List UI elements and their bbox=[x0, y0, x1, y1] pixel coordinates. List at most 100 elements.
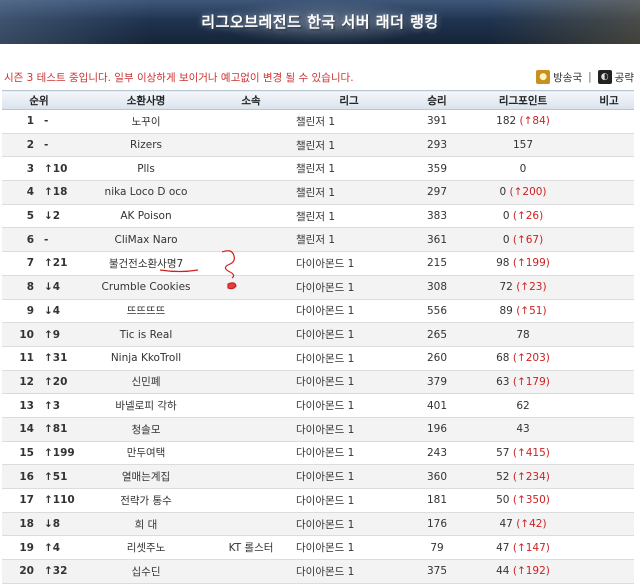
lp-delta: (↑179) bbox=[512, 375, 550, 388]
cell-team bbox=[216, 133, 287, 158]
table-row: 10 ↑9 Tic is Real 다이아몬드 1 265 78 bbox=[2, 322, 635, 347]
cell-summoner-name[interactable]: nika Loco D oco bbox=[76, 180, 217, 205]
cell-league-points: 72 (↑23) bbox=[462, 275, 585, 300]
cell-league-points: 47 (↑147) bbox=[462, 535, 585, 561]
cell-summoner-name[interactable]: 만두여택 bbox=[76, 441, 217, 466]
cell-team bbox=[216, 156, 287, 182]
cell-league: 다이아몬드 1 bbox=[286, 464, 413, 489]
cell-summoner-name[interactable]: 전략가 통수 bbox=[76, 488, 217, 513]
cell-summoner-name[interactable]: 뜨뜨뜨뜨 bbox=[76, 299, 217, 324]
cell-change: ↓8 bbox=[40, 512, 77, 537]
cell-league: 챌린저 1 bbox=[286, 156, 413, 182]
cell-change: ↑21 bbox=[40, 251, 77, 276]
cell-team bbox=[216, 180, 287, 205]
cell-change: - bbox=[40, 133, 77, 158]
cell-league: 다이아몬드 1 bbox=[286, 488, 413, 513]
cell-league: 다이아몬드 1 bbox=[286, 370, 413, 395]
lp-value: 57 bbox=[496, 446, 510, 459]
lp-value: 68 bbox=[496, 352, 510, 365]
table-row: 17 ↑110 전략가 통수 다이아몬드 1 181 50 (↑350) bbox=[2, 488, 635, 513]
broadcast-icon[interactable]: ● bbox=[536, 70, 551, 84]
cell-team bbox=[216, 559, 287, 584]
cell-team bbox=[216, 464, 287, 489]
cell-wins: 391 bbox=[412, 109, 463, 134]
cell-change: ↑18 bbox=[40, 180, 77, 205]
lp-value: 47 bbox=[499, 518, 513, 531]
cell-rank: 3 bbox=[2, 156, 40, 182]
lp-value: 44 bbox=[496, 565, 510, 578]
table-row: 4 ↑18 nika Loco D oco 챌린저 1 297 0 (↑200) bbox=[2, 180, 635, 205]
lp-value: 0 bbox=[499, 186, 507, 199]
cell-league: 챌린저 1 bbox=[286, 204, 413, 229]
cell-summoner-name[interactable]: Crumble Cookies bbox=[76, 275, 217, 300]
cell-change: - bbox=[40, 109, 77, 134]
cell-wins: 293 bbox=[412, 133, 463, 158]
cell-summoner-name[interactable]: 리셋주노 bbox=[76, 535, 217, 561]
cell-summoner-name[interactable]: AK Poison bbox=[76, 204, 217, 229]
cell-team bbox=[216, 322, 287, 347]
cell-wins: 360 bbox=[412, 464, 463, 489]
table-row: 16 ↑51 열매는계집 다이아몬드 1 360 52 (↑234) bbox=[2, 464, 635, 489]
cell-summoner-name[interactable]: 열매는계집 bbox=[76, 464, 217, 489]
cell-summoner-name[interactable]: 노꾸이 bbox=[76, 109, 217, 134]
cell-summoner-name[interactable]: Ninja KkoTroll bbox=[76, 346, 217, 371]
cell-summoner-name[interactable]: CliMax Naro bbox=[76, 227, 217, 253]
cell-rank: 10 bbox=[2, 322, 40, 347]
cell-notes bbox=[584, 535, 635, 561]
cell-notes bbox=[584, 109, 635, 134]
cell-summoner-name[interactable]: 청솔모 bbox=[76, 417, 217, 442]
cell-summoner-name[interactable]: 십수딘 bbox=[76, 559, 217, 584]
header-wins: 승리 bbox=[412, 90, 463, 110]
cell-summoner-name[interactable]: 신민폐 bbox=[76, 370, 217, 395]
cell-summoner-name[interactable]: 불건전소환사명7 bbox=[76, 251, 217, 276]
cell-league: 다이아몬드 1 bbox=[286, 322, 413, 347]
guide-link[interactable]: 공략 bbox=[615, 70, 634, 85]
lp-delta: (↑200) bbox=[509, 186, 547, 199]
cell-wins: 401 bbox=[412, 393, 463, 418]
cell-league: 다이아몬드 1 bbox=[286, 346, 413, 371]
cell-notes bbox=[584, 322, 635, 347]
cell-league-points: 89 (↑51) bbox=[462, 299, 585, 324]
cell-summoner-name[interactable]: 희 대 bbox=[76, 512, 217, 537]
cell-league-points: 44 (↑192) bbox=[462, 559, 585, 584]
cell-notes bbox=[584, 275, 635, 300]
cell-league: 챌린저 1 bbox=[286, 133, 413, 158]
cell-notes bbox=[584, 441, 635, 466]
cell-summoner-name[interactable]: Tic is Real bbox=[76, 322, 217, 347]
cell-league-points: 68 (↑203) bbox=[462, 346, 585, 371]
table-header-row: 순위 소환사명 소속 리그 승리 리그포인트 비고 bbox=[2, 90, 635, 110]
cell-summoner-name[interactable]: Rizers bbox=[76, 133, 217, 158]
cell-change: ↑51 bbox=[40, 464, 77, 489]
cell-team bbox=[216, 417, 287, 442]
cell-league-points: 63 (↑179) bbox=[462, 370, 585, 395]
lp-value: 52 bbox=[496, 470, 510, 483]
table-row: 2- Rizers 챌린저 1 293 157 bbox=[2, 133, 635, 158]
table-row: 19 ↑4 리셋주노 KT 롤스터 다이아몬드 1 79 47 (↑147) bbox=[2, 535, 635, 561]
cell-league: 다이아몬드 1 bbox=[286, 251, 413, 276]
cell-rank: 12 bbox=[2, 370, 40, 395]
lp-value: 62 bbox=[516, 399, 530, 412]
cell-rank: 7 bbox=[2, 251, 40, 276]
broadcast-link[interactable]: 방송국 bbox=[553, 70, 582, 85]
cell-league-points: 0 (↑67) bbox=[462, 227, 585, 253]
cell-change: ↑110 bbox=[40, 488, 77, 513]
ranking-table: 순위 소환사명 소속 리그 승리 리그포인트 비고 1- 노꾸이 챌린저 1 391 1… bbox=[2, 90, 635, 584]
cell-team bbox=[216, 488, 287, 513]
cell-summoner-name[interactable]: Plls bbox=[76, 156, 217, 182]
table-row: 3 ↑10 Plls 챌린저 1 359 0 bbox=[2, 156, 635, 182]
cell-wins: 79 bbox=[412, 535, 463, 561]
lp-delta: (↑51) bbox=[516, 304, 547, 317]
cell-league: 챌린저 1 bbox=[286, 227, 413, 253]
cell-summoner-name[interactable]: 바넬로피 각하 bbox=[76, 393, 217, 418]
table-row: 18 ↓8 희 대 다이아몬드 1 176 47 (↑42) bbox=[2, 512, 635, 537]
cell-league-points: 182 (↑84) bbox=[462, 109, 585, 134]
cell-wins: 196 bbox=[412, 417, 463, 442]
cell-rank: 19 bbox=[2, 535, 40, 561]
guide-icon[interactable]: ◐ bbox=[597, 70, 612, 84]
table-row: 12 ↑20 신민폐 다이아몬드 1 379 63 (↑179) bbox=[2, 370, 635, 395]
cell-team bbox=[216, 251, 287, 276]
cell-wins: 243 bbox=[412, 441, 463, 466]
cell-league: 챌린저 1 bbox=[286, 109, 413, 134]
cell-league: 다이아몬드 1 bbox=[286, 559, 413, 584]
lp-value: 43 bbox=[516, 423, 530, 436]
